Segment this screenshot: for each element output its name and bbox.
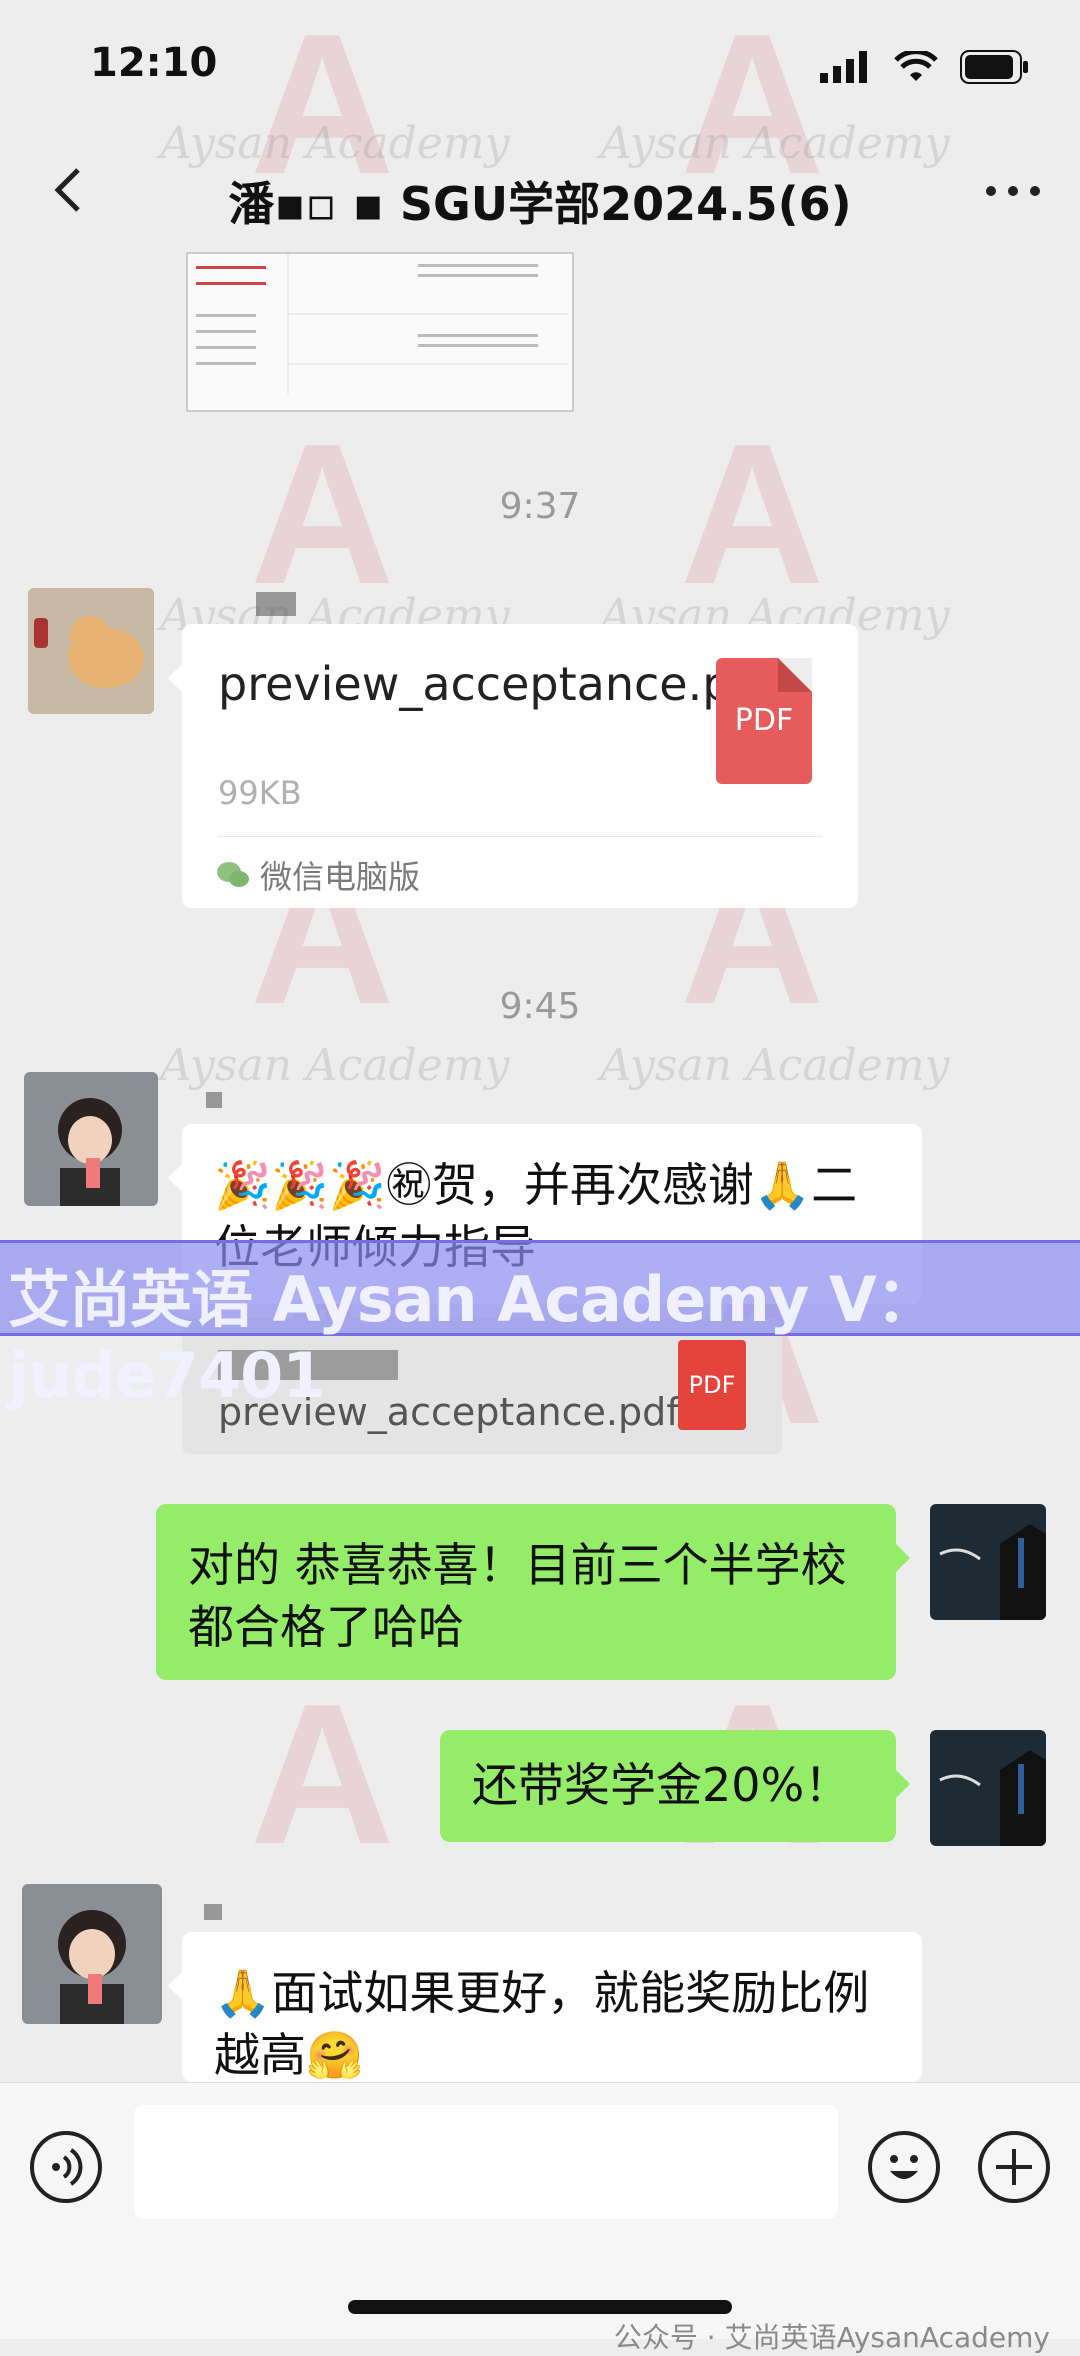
voice-icon[interactable] <box>30 2131 102 2203</box>
message-bubble[interactable]: 还带奖学金20%！ <box>440 1730 910 1842</box>
watermark-logo: A <box>680 0 825 216</box>
emoji-icon[interactable] <box>868 2131 940 2203</box>
girl-avatar-image <box>24 1072 158 1206</box>
sender-name-redacted <box>204 1904 222 1920</box>
watermark-logo: A <box>250 0 395 216</box>
avatar[interactable] <box>22 1884 162 2024</box>
message-text: 对的 恭喜恭喜！目前三个半学校都合格了哈哈 <box>188 1538 847 1654</box>
message-text: 🙏面试如果更好，就能奖励比例越高🤗 <box>214 1966 870 2082</box>
footer-watermark: 公众号 · 艾尚英语AysanAcademy <box>613 2321 1050 2354</box>
status-icons <box>820 50 1030 84</box>
watermark-text: Aysan Academy <box>600 1040 950 1091</box>
timestamp: 9:37 <box>499 486 581 527</box>
girl-avatar-image <box>22 1884 162 2024</box>
message-input[interactable] <box>134 2105 838 2219</box>
home-indicator[interactable] <box>348 2300 732 2314</box>
pdf-icon: PDF <box>716 658 812 784</box>
avatar[interactable] <box>24 1072 158 1206</box>
document-thumbnail <box>188 254 572 410</box>
watermark-logo: A <box>250 1663 395 1886</box>
sender-name-redacted <box>206 1092 222 1108</box>
message-bubble[interactable]: 🙏面试如果更好，就能奖励比例越高🤗 <box>168 1932 922 2082</box>
chat-title: 潘▪▫ ▪ SGU学部2024.5(6) <box>228 177 852 231</box>
english-avatar-image <box>930 1504 1046 1620</box>
wifi-icon <box>894 51 938 81</box>
watermark-text: Aysan Academy <box>160 1040 510 1091</box>
more-icon[interactable] <box>986 186 1040 196</box>
message-text: 还带奖学金20%！ <box>472 1758 851 1812</box>
file-size: 99KB <box>218 774 302 812</box>
message-bubble[interactable]: 对的 恭喜恭喜！目前三个半学校都合格了哈哈 <box>156 1504 910 1680</box>
file-source-label: 微信电脑版 <box>260 858 421 896</box>
cat-avatar-image <box>28 588 154 714</box>
wechat-pc-icon <box>217 862 249 887</box>
english-avatar-image <box>930 1730 1046 1846</box>
avatar[interactable] <box>930 1504 1046 1620</box>
avatar[interactable] <box>28 588 154 714</box>
banner-text: 艾尚英语 Aysan Academy V：jude7401 <box>8 1263 938 1412</box>
file-message[interactable]: preview_acceptance.pdf 99KB PDF 微信电脑版 <box>168 624 858 908</box>
sender-name-redacted <box>256 592 296 616</box>
timestamp: 9:45 <box>499 986 581 1027</box>
image-message[interactable] <box>186 252 574 412</box>
avatar[interactable] <box>930 1730 1046 1846</box>
signal-icon <box>820 51 867 83</box>
watermark-text: Aysan Academy <box>160 118 510 169</box>
watermark-banner: 艾尚英语 Aysan Academy V：jude7401 <box>0 1240 1080 1412</box>
plus-icon[interactable] <box>978 2131 1050 2203</box>
divider <box>218 836 822 837</box>
file-source: 微信电脑版 <box>216 852 420 898</box>
battery-icon <box>960 50 1028 84</box>
status-time: 12:10 <box>90 40 218 86</box>
file-name: preview_acceptance.pdf <box>218 657 777 711</box>
watermark-text: Aysan Academy <box>600 118 950 169</box>
